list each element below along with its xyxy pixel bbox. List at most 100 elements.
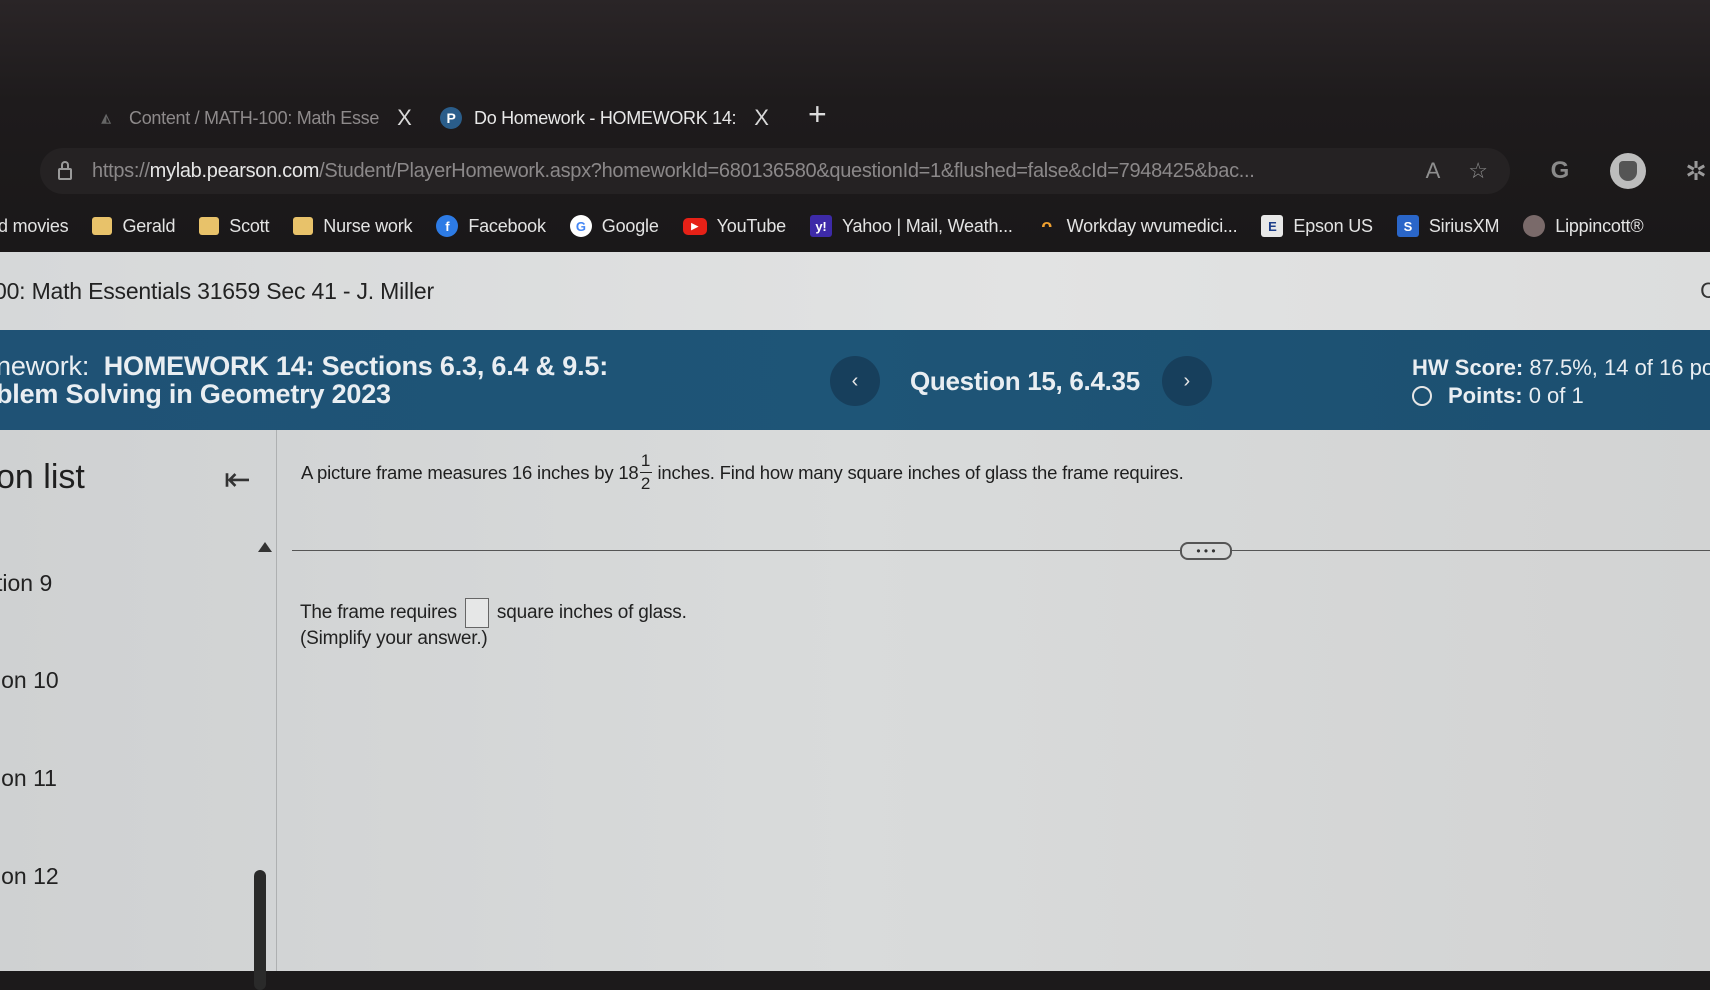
bookmark-nurse-work[interactable]: Nurse work xyxy=(293,215,413,237)
epson-icon: E xyxy=(1261,215,1284,237)
section-divider xyxy=(292,550,1710,551)
profile-avatar[interactable] xyxy=(1610,153,1646,189)
previous-question-button[interactable]: ‹ xyxy=(830,356,880,406)
address-bar[interactable]: https://mylab.pearson.com/Student/Player… xyxy=(40,148,1510,194)
homework-title-line2: blem Solving in Geometry 2023 xyxy=(0,379,391,409)
page-content: 00: Math Essentials 31659 Sec 41 - J. Mi… xyxy=(0,252,1710,990)
bookmark-label: Nurse work xyxy=(323,215,413,236)
favorite-star-icon[interactable]: ☆ xyxy=(1468,158,1488,184)
next-question-button[interactable]: › xyxy=(1161,356,1212,406)
hw-score-value: 87.5%, 14 of 16 poi xyxy=(1529,355,1710,380)
lippincott-icon xyxy=(1523,215,1546,237)
workday-icon: ᴖ xyxy=(1041,215,1053,236)
d2l-icon: ◭ xyxy=(101,111,111,125)
bookmarks-bar: d movies Gerald Scott Nurse work f Facebo… xyxy=(0,208,1710,244)
fraction-bar xyxy=(639,472,652,473)
tab-do-homework[interactable]: P Do Homework - HOMEWORK 14: X xyxy=(440,98,769,138)
options-icon[interactable]: C xyxy=(1700,278,1710,304)
score-panel: HW Score: 87.5%, 14 of 16 poi Points: 0 … xyxy=(1412,354,1710,410)
course-title: 00: Math Essentials 31659 Sec 41 - J. Mi… xyxy=(0,277,434,304)
collapse-sidebar-icon[interactable]: ⇤ xyxy=(224,460,251,498)
url-scheme: https:// xyxy=(92,159,150,182)
bookmark-label: Lippincott® xyxy=(1555,215,1644,236)
points-value: 0 of 1 xyxy=(1528,383,1584,408)
answer-text-before: The frame requires xyxy=(300,602,457,623)
yahoo-icon: y! xyxy=(809,215,832,237)
question-label: Question 15, 6.4.35 xyxy=(910,365,1140,396)
bookmark-scott[interactable]: Scott xyxy=(199,216,269,237)
bookmark-movies[interactable]: d movies xyxy=(0,215,69,237)
url-text[interactable]: https://mylab.pearson.com/Student/Player… xyxy=(92,160,1255,183)
grammarly-icon[interactable]: G xyxy=(1542,153,1578,189)
sidebar-title: on list xyxy=(0,458,85,496)
bookmark-siriusxm[interactable]: S SiriusXM xyxy=(1396,215,1500,237)
answer-input[interactable] xyxy=(464,598,489,628)
facebook-icon: f xyxy=(436,215,459,237)
points-label: Points: xyxy=(1448,383,1523,408)
bookmark-label: Google xyxy=(601,215,659,236)
bookmark-lippincott[interactable]: Lippincott® xyxy=(1523,215,1644,237)
bookmark-label: Epson US xyxy=(1293,215,1373,236)
bookmark-gerald[interactable]: Gerald xyxy=(92,216,175,237)
youtube-icon: ▶ xyxy=(682,217,707,235)
expand-more-button[interactable]: • • • xyxy=(1180,542,1232,560)
browser-chrome: ◭ Content / MATH-100: Math Esse X P Do H… xyxy=(0,0,1710,252)
fraction-numerator: 1 xyxy=(640,451,651,470)
url-path: /Student/PlayerHomework.aspx?homeworkId=… xyxy=(319,159,1255,182)
bookmark-label: SiriusXM xyxy=(1428,215,1500,236)
close-tab-icon[interactable]: X xyxy=(754,105,769,131)
question-list-item[interactable]: ion 12 xyxy=(0,863,59,890)
bookmark-epson[interactable]: E Epson US xyxy=(1261,215,1373,237)
new-tab-button[interactable]: + xyxy=(808,96,827,133)
address-bar-actions: A ☆ xyxy=(1398,148,1510,194)
chevron-right-icon: › xyxy=(1183,369,1191,392)
url-host: mylab.pearson.com xyxy=(149,159,320,182)
shield-icon xyxy=(1619,161,1637,181)
bookmark-label: YouTube xyxy=(716,215,787,236)
question-list-item[interactable]: ion 11 xyxy=(0,765,57,792)
bookmark-yahoo[interactable]: y! Yahoo | Mail, Weath... xyxy=(809,215,1013,237)
bookmark-youtube[interactable]: ▶ YouTube xyxy=(682,215,787,237)
mixed-fraction: 1 2 xyxy=(639,451,652,493)
tab-bar: ◭ Content / MATH-100: Math Esse X P Do H… xyxy=(0,90,1710,146)
fraction-denominator: 2 xyxy=(640,474,651,493)
google-icon: G xyxy=(569,215,592,237)
answer-text-after: square inches of glass. xyxy=(496,602,687,623)
tab-content-math[interactable]: ◭ Content / MATH-100: Math Esse X xyxy=(95,98,412,138)
question-list-item[interactable]: ion 10 xyxy=(0,667,59,694)
bookmark-label: d movies xyxy=(0,215,69,236)
homework-label: nework: xyxy=(0,351,90,381)
question-list-item[interactable]: tion 9 xyxy=(0,570,52,597)
homework-title: nework: HOMEWORK 14: Sections 6.3, 6.4 &… xyxy=(0,352,608,408)
chevron-left-icon: ‹ xyxy=(851,369,859,392)
folder-icon xyxy=(293,217,314,235)
bookmark-label: Workday wvumedici... xyxy=(1066,215,1238,236)
hw-score-label: HW Score: xyxy=(1412,355,1524,380)
read-aloud-icon[interactable]: A xyxy=(1426,158,1441,184)
sidebar-scrollbar[interactable] xyxy=(254,870,266,990)
tab-label: Content / MATH-100: Math Esse xyxy=(129,107,380,128)
problem-statement: A picture frame measures 16 inches by 18… xyxy=(301,452,1184,493)
simplify-hint: (Simplify your answer.) xyxy=(300,628,488,649)
problem-text-after: inches. Find how many square inches of g… xyxy=(657,461,1184,483)
bookmark-facebook[interactable]: f Facebook xyxy=(436,215,546,237)
scroll-up-arrow-icon[interactable] xyxy=(258,542,272,552)
pearson-p-icon: P xyxy=(440,107,462,129)
folder-icon xyxy=(92,217,113,235)
lock-icon xyxy=(56,160,74,182)
question-navigator: ‹ Question 15, 6.4.35 › xyxy=(830,356,1212,406)
bookmark-label: Yahoo | Mail, Weath... xyxy=(841,215,1013,236)
problem-text-before: A picture frame measures 16 inches by 18 xyxy=(301,461,639,483)
bookmark-label: Facebook xyxy=(468,215,546,236)
siriusxm-icon: S xyxy=(1396,215,1419,237)
bookmark-workday[interactable]: ᴖ Workday wvumedici... xyxy=(1037,215,1238,237)
question-list-sidebar: on list ⇤ tion 9 ion 10 ion 11 ion 12 xyxy=(0,430,277,990)
close-tab-icon[interactable]: X xyxy=(397,105,412,131)
bookmark-label: Gerald xyxy=(122,215,176,236)
bookmark-google[interactable]: G Google xyxy=(569,215,659,237)
answer-sentence: The frame requires square inches of glas… xyxy=(300,598,687,628)
extensions-puzzle-icon[interactable]: ✲ xyxy=(1678,153,1710,189)
bookmark-label: Scott xyxy=(229,215,270,236)
homework-header: nework: HOMEWORK 14: Sections 6.3, 6.4 &… xyxy=(0,330,1710,430)
homework-title-line1: HOMEWORK 14: Sections 6.3, 6.4 & 9.5: xyxy=(103,351,608,381)
